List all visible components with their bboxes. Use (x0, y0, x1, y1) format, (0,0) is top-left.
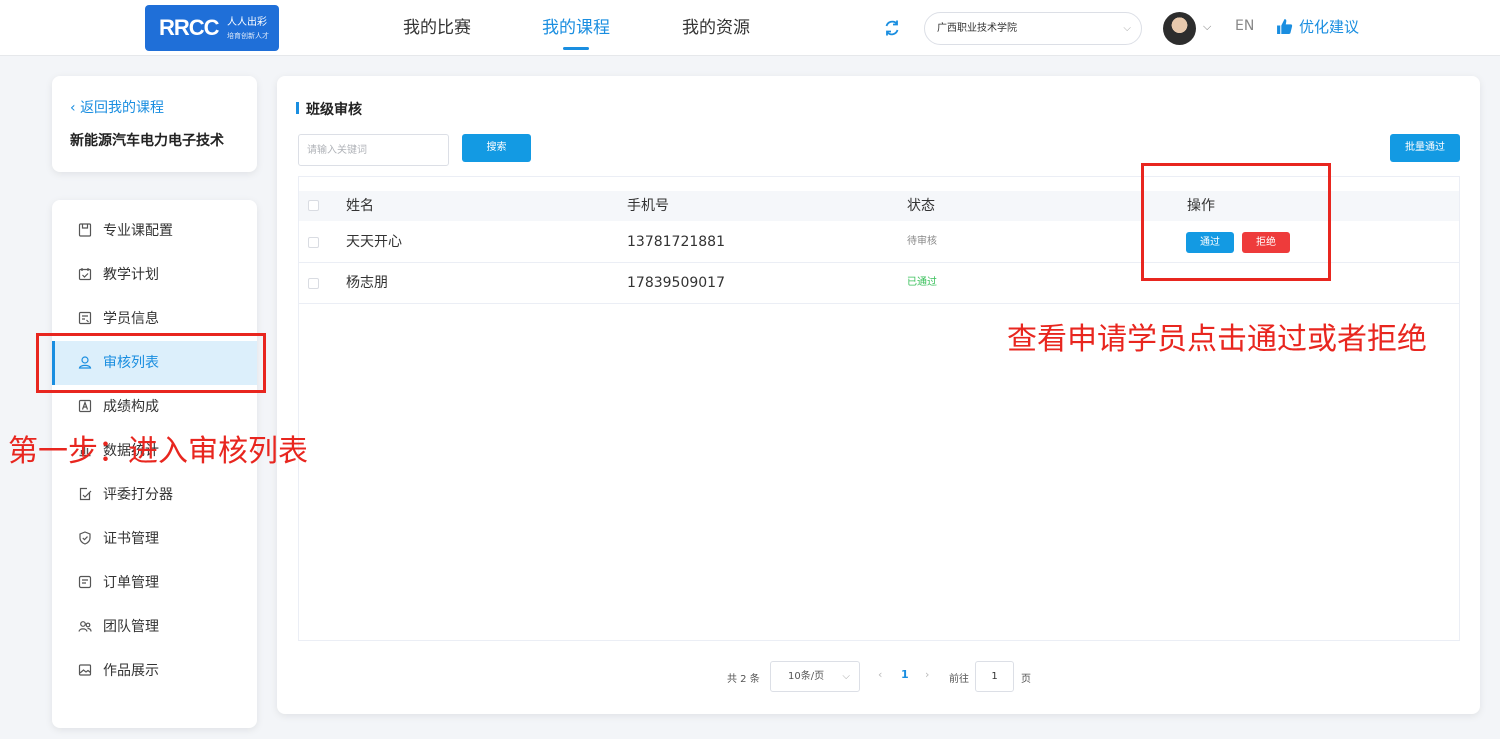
annotation-step-2: 查看申请学员点击通过或者拒绝 (1007, 322, 1427, 357)
page-unit-label: 页 (1021, 674, 1031, 685)
goto-page-input[interactable] (975, 661, 1014, 692)
scoring-icon (79, 487, 92, 501)
status-badge: 已通过 (907, 277, 937, 288)
pagination-total: 共 2 条 (727, 674, 760, 685)
school-select[interactable]: 广西职业技术学院 ⌵ (924, 12, 1142, 45)
goto-label: 前往 (949, 674, 969, 685)
logo[interactable]: RRCC 人人出彩 培育创新人才 (145, 5, 279, 51)
sidebar-item-grade-composition[interactable]: 成绩构成 (52, 385, 257, 429)
table-row: 天天开心 13781721881 待审核 通过 拒绝 (299, 222, 1459, 263)
page-title: 班级审核 (296, 99, 362, 119)
nav-my-resources[interactable]: 我的资源 (682, 0, 750, 56)
page-size-select[interactable]: 10条/页 ⌵ (770, 661, 860, 692)
page-number-current[interactable]: 1 (901, 668, 909, 681)
calendar-icon (78, 268, 92, 281)
chevron-down-icon: ⌵ (842, 671, 850, 682)
avatar[interactable] (1163, 12, 1196, 45)
approve-button[interactable]: 通过 (1186, 232, 1234, 253)
sidebar-item-certificates[interactable]: 证书管理 (52, 517, 257, 561)
image-icon (78, 664, 92, 676)
document-icon (78, 223, 92, 237)
student-phone: 13781721881 (627, 234, 725, 250)
sidebar-item-label: 证书管理 (103, 531, 159, 547)
school-select-value: 广西职业技术学院 (937, 23, 1017, 34)
refresh-icon[interactable] (882, 18, 902, 38)
sidebar-item-audit-list[interactable]: 审核列表 (52, 341, 257, 385)
search-button[interactable]: 搜索 (462, 134, 531, 162)
back-link[interactable]: ‹ 返回我的课程 (70, 97, 164, 117)
table-header: 姓名 手机号 状态 操作 (299, 191, 1459, 221)
column-header-name: 姓名 (346, 198, 374, 214)
annotation-step-1: 第一步：进入审核列表 (8, 434, 308, 469)
sidebar-item-label: 学员信息 (103, 311, 159, 327)
table-row: 杨志朋 17839509017 已通过 (299, 263, 1459, 304)
grade-icon (78, 399, 92, 413)
nav-my-courses[interactable]: 我的课程 (542, 0, 610, 56)
column-header-actions: 操作 (1187, 198, 1215, 214)
back-link-label: 返回我的课程 (80, 100, 165, 116)
sidebar-item-label: 订单管理 (103, 575, 159, 591)
id-card-icon (78, 311, 92, 325)
suggestion-label: 优化建议 (1299, 18, 1360, 36)
sidebar-item-label: 审核列表 (103, 355, 159, 371)
status-badge: 待审核 (907, 236, 937, 247)
user-audit-icon (78, 356, 92, 369)
student-name: 杨志朋 (346, 275, 388, 291)
row-checkbox[interactable] (308, 237, 319, 248)
reject-button[interactable]: 拒绝 (1242, 232, 1290, 253)
logo-text: RRCC (159, 15, 220, 40)
student-name: 天天开心 (346, 234, 402, 250)
sidebar-item-teaching-plan[interactable]: 教学计划 (52, 253, 257, 297)
course-card: ‹ 返回我的课程 新能源汽车电力电子技术 (52, 76, 257, 172)
select-all-checkbox[interactable] (308, 200, 319, 211)
course-title: 新能源汽车电力电子技术 (70, 133, 224, 149)
page-size-value: 10条/页 (788, 671, 825, 682)
sidebar-item-orders[interactable]: 订单管理 (52, 561, 257, 605)
suggestion-link[interactable]: 优化建议 (1276, 16, 1359, 37)
chevron-down-icon[interactable]: ⌵ (1203, 20, 1211, 34)
search-input[interactable] (298, 134, 449, 166)
logo-sub-2: 培育创新人才 (227, 32, 269, 40)
batch-approve-button[interactable]: 批量通过 (1390, 134, 1460, 162)
logo-sub-1: 人人出彩 (227, 17, 267, 28)
audit-table: 姓名 手机号 状态 操作 天天开心 13781721881 待审核 通过 拒绝 … (298, 176, 1460, 641)
sidebar-item-course-config[interactable]: 专业课配置 (52, 209, 257, 253)
sidebar-item-team[interactable]: 团队管理 (52, 605, 257, 649)
sidebar-item-judge-scorer[interactable]: 评委打分器 (52, 473, 257, 517)
sidebar-item-label: 专业课配置 (103, 223, 173, 239)
team-icon (78, 621, 92, 632)
audit-panel: 班级审核 搜索 批量通过 姓名 手机号 状态 操作 天天开心 137817218… (277, 76, 1480, 714)
sidebar-item-label: 教学计划 (103, 267, 159, 283)
chevron-down-icon: ⌵ (1123, 23, 1131, 34)
shield-icon (79, 531, 91, 545)
nav-my-contests[interactable]: 我的比赛 (403, 0, 471, 56)
row-checkbox[interactable] (308, 278, 319, 289)
language-toggle[interactable]: EN (1235, 18, 1254, 34)
sidebar-item-works[interactable]: 作品展示 (52, 649, 257, 693)
thumbs-up-icon (1277, 19, 1293, 34)
column-header-status: 状态 (907, 198, 935, 214)
sidebar-item-label: 作品展示 (103, 663, 159, 679)
sidebar-item-student-info[interactable]: 学员信息 (52, 297, 257, 341)
student-phone: 17839509017 (627, 275, 725, 291)
next-page-icon[interactable]: › (925, 668, 929, 681)
prev-page-icon[interactable]: ‹ (878, 668, 882, 681)
sidebar-item-label: 评委打分器 (103, 487, 173, 503)
order-icon (78, 575, 92, 589)
column-header-phone: 手机号 (627, 198, 669, 214)
sidebar-item-label: 成绩构成 (103, 399, 159, 415)
sidebar-item-label: 团队管理 (103, 619, 159, 635)
top-bar: RRCC 人人出彩 培育创新人才 我的比赛 我的课程 我的资源 广西职业技术学院… (0, 0, 1500, 56)
